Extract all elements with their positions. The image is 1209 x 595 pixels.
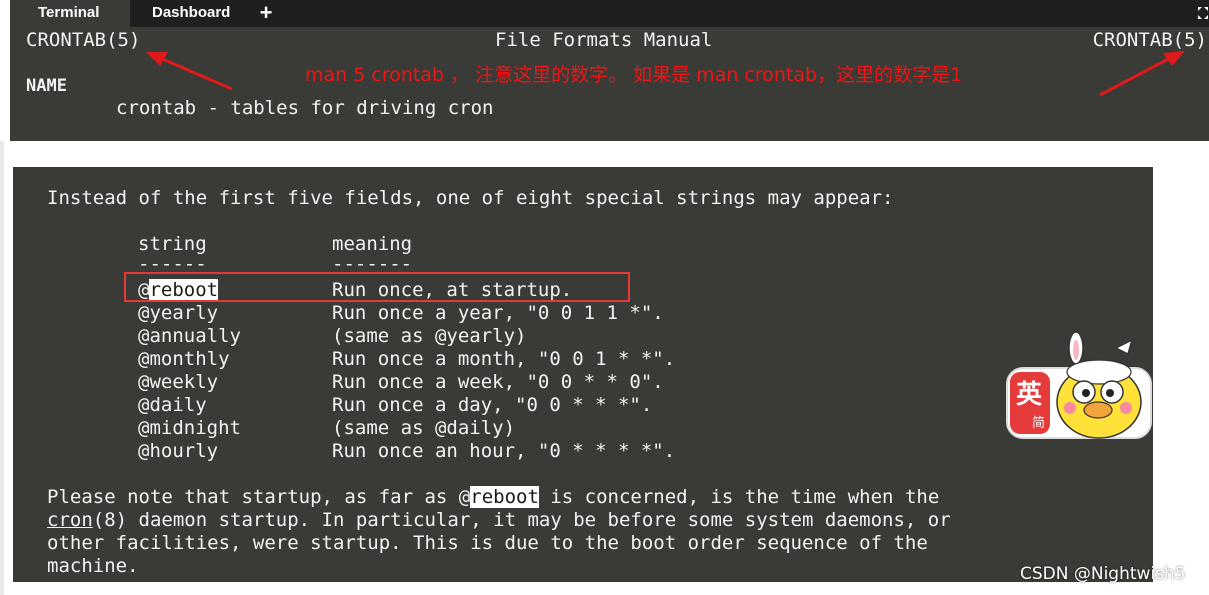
tab-dashboard-label: Dashboard — [152, 4, 231, 21]
tab-terminal[interactable]: Terminal — [10, 0, 130, 27]
tab-dashboard[interactable]: Dashboard — [130, 0, 248, 27]
at-sign: @ — [138, 440, 150, 462]
table-row-meaning: Run once an hour, "0 * * * *". — [332, 440, 676, 462]
table-row-string: @hourly — [138, 440, 218, 463]
terminal-window-bottom: Instead of the first five fields, one of… — [13, 167, 1153, 582]
at-sign: @ — [138, 325, 150, 347]
table-row-meaning: Run once a year, "0 0 1 1 *". — [332, 302, 664, 324]
highlight-box-reboot — [124, 272, 630, 302]
string-name: daily — [149, 394, 207, 416]
annotation-text: man 5 crontab ， 注意这里的数字。 如果是 man crontab… — [305, 64, 963, 86]
special-strings-intro: Instead of the first five fields, one of… — [47, 187, 894, 209]
table-row-string: @midnight — [138, 417, 241, 440]
table-row-meaning: Run once a day, "0 0 * * *". — [332, 394, 653, 416]
sticker-duck-icon: 英 简 — [1004, 330, 1154, 445]
at-sign: @ — [138, 371, 150, 393]
tab-terminal-label: Terminal — [38, 4, 100, 21]
note-line-1: Please note that startup, as far as @reb… — [47, 486, 939, 509]
string-name: weekly — [149, 371, 219, 393]
name-description: crontab - tables for driving cron — [116, 97, 494, 119]
at-sign: @ — [138, 302, 150, 324]
table-row-meaning: Run once a month, "0 0 1 * *". — [332, 348, 676, 370]
add-tab-button[interactable]: + — [248, 0, 284, 27]
string-name: yearly — [149, 302, 219, 324]
table-row-string: @weekly — [138, 371, 218, 394]
note-text: (8) daemon startup. In particular, it ma… — [92, 509, 951, 531]
at-sign: @ — [138, 417, 150, 439]
tab-bar: Terminal Dashboard + — [10, 0, 1209, 27]
table-row-string: @monthly — [138, 348, 230, 371]
table-row-meaning: (same as @daily) — [332, 417, 516, 439]
table-row-meaning: Run once a week, "0 0 * * 0". — [332, 371, 664, 393]
note-line-4: machine. — [47, 555, 139, 577]
table-row-string: @annually — [138, 325, 241, 348]
string-name: hourly — [149, 440, 219, 462]
man-header-left: CRONTAB(5) — [26, 29, 141, 51]
plus-icon: + — [259, 0, 273, 25]
tab-bar-empty-area — [284, 0, 1209, 27]
note-line-3: other facilities, were startup. This is … — [47, 532, 928, 554]
note-line-2: cron(8) daemon startup. In particular, i… — [47, 509, 951, 532]
watermark: CSDN @Nightwish5 — [1020, 564, 1186, 584]
table-row-string: @daily — [138, 394, 207, 417]
string-name: midnight — [149, 417, 241, 439]
page-left-strip — [0, 141, 4, 595]
table-row-meaning: (same as @yearly) — [332, 325, 527, 347]
man-header-center: File Formats Manual — [495, 29, 713, 51]
string-name: annually — [149, 325, 241, 347]
selected-text-reboot-note: reboot — [470, 486, 539, 508]
sticker-char-jian: 简 — [1032, 416, 1046, 431]
note-text: Please note that startup, as far as @ — [47, 486, 471, 508]
fullscreen-icon[interactable] — [1197, 6, 1209, 20]
sticker-char-ying: 英 — [1016, 380, 1043, 410]
table-row-string: @yearly — [138, 302, 218, 325]
cron-link[interactable]: cron — [47, 509, 93, 531]
man-header-right: CRONTAB(5) — [1092, 29, 1207, 51]
note-text: is concerned, is the time when the — [538, 486, 940, 508]
at-sign: @ — [138, 394, 150, 416]
string-name: monthly — [149, 348, 230, 370]
at-sign: @ — [138, 348, 150, 370]
section-heading-name: NAME — [26, 76, 67, 96]
